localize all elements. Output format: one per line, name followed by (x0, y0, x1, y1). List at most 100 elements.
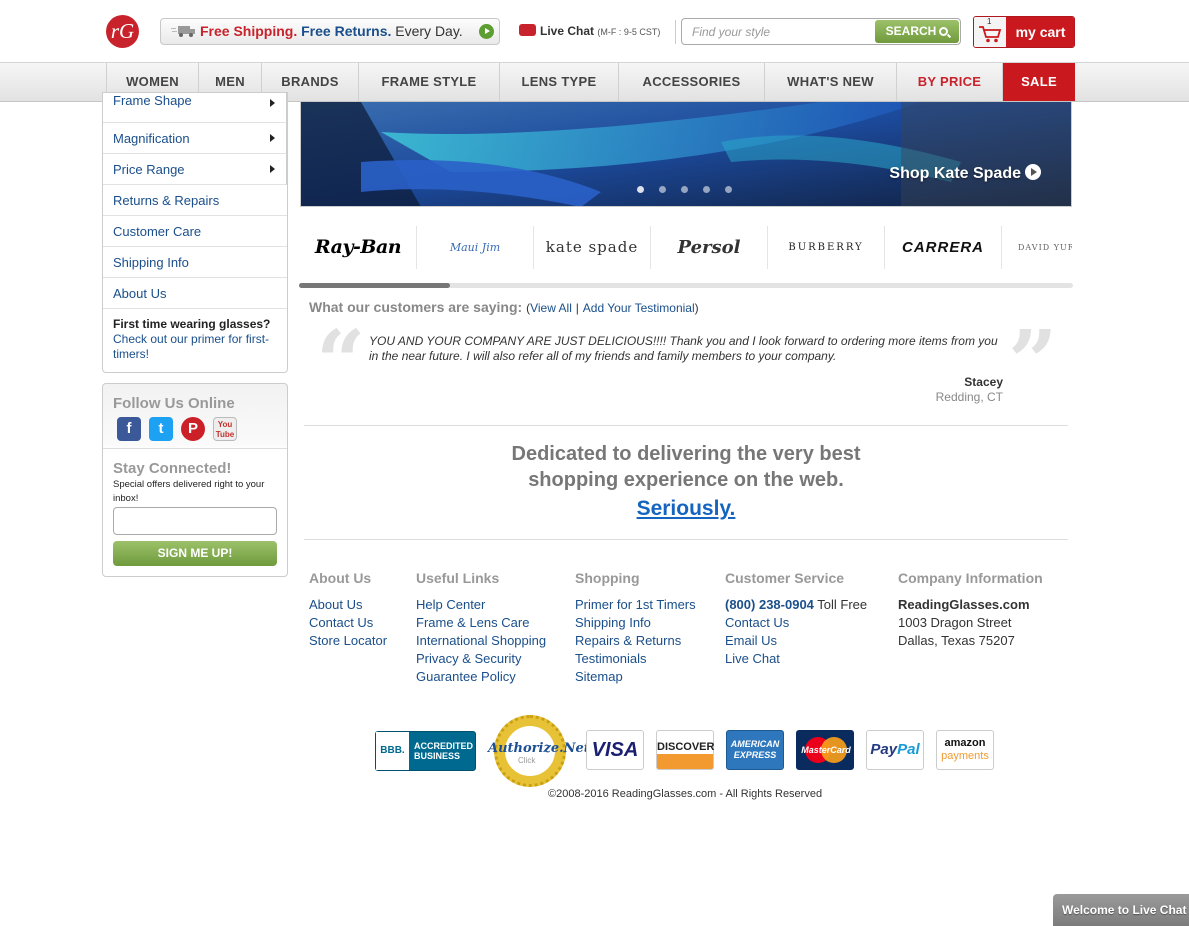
facebook-icon[interactable]: f (117, 417, 141, 441)
site-header: rG Free Shipping. Free Returns. Every Da… (0, 0, 1189, 62)
sidebar-item-about-us[interactable]: About Us (103, 278, 287, 309)
brand-burberry[interactable]: BURBERRY (768, 226, 885, 269)
sidebar-item-returns-repairs[interactable]: Returns & Repairs (103, 185, 287, 216)
carousel-dot[interactable] (637, 186, 644, 193)
footer-link-store-locator[interactable]: Store Locator (309, 632, 387, 650)
brand-ray-ban[interactable]: Ray-Ban (300, 226, 417, 269)
cart-icon-wrap: 1 (974, 17, 1006, 47)
paren: ) (694, 301, 699, 315)
carousel-dot[interactable] (725, 186, 732, 193)
company-address-line: 1003 Dragon Street (898, 615, 1012, 630)
pinterest-icon[interactable]: P (181, 417, 205, 441)
sidebar-item-customer-care[interactable]: Customer Care (103, 216, 287, 247)
search-icon (939, 27, 949, 36)
footer-heading: Customer Service (725, 570, 845, 586)
footer-link-guarantee-policy[interactable]: Guarantee Policy (416, 668, 546, 686)
search-button-label: SEARCH (885, 24, 937, 38)
sign-up-button[interactable]: SIGN ME UP! (113, 541, 277, 566)
paypal-badge: PayPal (866, 730, 924, 770)
nav-sale[interactable]: SALE (1003, 63, 1075, 101)
seriously-link-text[interactable]: Seriously. (637, 497, 736, 520)
carousel-dot[interactable] (703, 186, 710, 193)
testimonial-location: Redding, CT (935, 390, 1003, 404)
footer-link-international-shopping[interactable]: International Shopping (416, 632, 546, 650)
authorize-net-badge[interactable]: Authorize.Net Click (488, 715, 590, 787)
footer-link-testimonials[interactable]: Testimonials (575, 650, 696, 668)
play-circle-icon (1025, 164, 1041, 180)
bbb-text: ACCREDITED BUSINESS (414, 741, 474, 761)
phone-suffix: Toll Free (817, 597, 868, 612)
sidebar-item-magnification[interactable]: Magnification (103, 123, 287, 154)
divider (304, 539, 1068, 540)
nav-frame-style[interactable]: FRAME STYLE (359, 63, 500, 101)
sidebar-social-box: Follow Us Online f t P You Tube Stay Conn… (102, 383, 288, 577)
nav-whats-new[interactable]: WHAT'S NEW (765, 63, 897, 101)
sidebar-item-price-range[interactable]: Price Range (103, 154, 287, 185)
follow-us-heading: Follow Us Online (113, 395, 235, 412)
chevron-right-icon (270, 165, 275, 173)
promo-link-text[interactable]: Check out our primer for first-timers! (113, 332, 269, 361)
footer-link-sitemap[interactable]: Sitemap (575, 668, 696, 686)
bbb-badge[interactable]: BBB. ACCREDITED BUSINESS (375, 731, 476, 771)
copyright-text: ©2008-2016 ReadingGlasses.com - All Righ… (548, 788, 823, 800)
cart-button[interactable]: 1 my cart (973, 16, 1075, 48)
separator: | (575, 301, 579, 315)
footer-col-customer-service: Customer Service (800) 238-0904 Toll Fre… (725, 570, 867, 668)
footer-link-help-center[interactable]: Help Center (416, 596, 546, 614)
nav-by-price[interactable]: BY PRICE (897, 63, 1003, 101)
footer-link-primer[interactable]: Primer for 1st Timers (575, 596, 696, 614)
newsletter-email-input[interactable] (113, 507, 277, 535)
close-quote-icon: ” (1008, 312, 1058, 413)
add-testimonial-link[interactable]: Add Your Testimonial (583, 301, 695, 315)
play-arrow-icon (479, 24, 494, 39)
footer-link-shipping-info[interactable]: Shipping Info (575, 614, 696, 632)
hero-cta-label: Shop Kate Spade (889, 165, 1021, 182)
brand-maui-jim[interactable]: Maui Jim (417, 226, 534, 269)
site-logo[interactable]: rG (106, 15, 139, 48)
authorize-net-title: Authorize.Net (488, 741, 590, 756)
sidebar-item-shipping-info[interactable]: Shipping Info (103, 247, 287, 278)
hero-banner[interactable]: Shop Kate Spade (300, 102, 1072, 207)
footer-heading: Useful Links (416, 570, 500, 586)
footer-link-repairs-returns[interactable]: Repairs & Returns (575, 632, 696, 650)
live-chat-link[interactable]: Live Chat (M-F : 9-5 CST) (519, 22, 660, 40)
divider (304, 425, 1068, 426)
divider (103, 448, 287, 449)
hero-cta[interactable]: Shop Kate Spade (889, 164, 1041, 183)
youtube-icon[interactable]: You Tube (213, 417, 237, 441)
footer-link-email-us[interactable]: Email Us (725, 632, 867, 650)
search-input[interactable] (682, 19, 875, 44)
footer-link-about-us[interactable]: About Us (309, 596, 387, 614)
footer-heading: Company Information (898, 570, 1043, 586)
search-button[interactable]: SEARCH (875, 20, 959, 43)
stay-connected-heading: Stay Connected! (113, 460, 232, 477)
carousel-dot[interactable] (659, 186, 666, 193)
footer-link-privacy-security[interactable]: Privacy & Security (416, 650, 546, 668)
live-chat-hours: (M-F : 9-5 CST) (597, 27, 661, 37)
brand-david-yurman[interactable]: DAVID YURMAN (1002, 226, 1072, 269)
live-chat-widget[interactable]: Welcome to Live Chat (1053, 894, 1189, 926)
footer-link-contact-us[interactable]: Contact Us (725, 614, 867, 632)
brand-persol[interactable]: Persol (651, 226, 768, 269)
shipping-banner[interactable]: Free Shipping. Free Returns. Every Day. (160, 18, 500, 45)
brand-kate-spade[interactable]: kate spade (534, 226, 651, 269)
view-all-link[interactable]: View All (530, 301, 572, 315)
phone-number: (800) 238-0904 (725, 597, 814, 612)
twitter-icon[interactable]: t (149, 417, 173, 441)
brand-carrera[interactable]: CARRERA (885, 226, 1002, 269)
footer-link-live-chat[interactable]: Live Chat (725, 650, 867, 668)
nav-lens-type[interactable]: LENS TYPE (500, 63, 619, 101)
chevron-right-icon (270, 134, 275, 142)
discover-badge: DISCOVER (656, 730, 714, 770)
footer-phone[interactable]: (800) 238-0904 Toll Free (725, 596, 867, 614)
nav-accessories[interactable]: ACCESSORIES (619, 63, 765, 101)
footer-link-frame-lens-care[interactable]: Frame & Lens Care (416, 614, 546, 632)
brand-carousel: Ray-Ban Maui Jim kate spade Persol BURBE… (300, 226, 1072, 269)
footer-link-contact-us[interactable]: Contact Us (309, 614, 387, 632)
carousel-dot[interactable] (681, 186, 688, 193)
amazon-payments-badge: amazon payments (936, 730, 994, 770)
brand-scroll-thumb[interactable] (299, 283, 450, 288)
open-quote-icon: “ (316, 312, 366, 413)
sidebar-item-frame-shape[interactable]: Frame Shape (103, 93, 287, 123)
first-timer-promo[interactable]: First time wearing glasses? Check out ou… (113, 317, 279, 362)
